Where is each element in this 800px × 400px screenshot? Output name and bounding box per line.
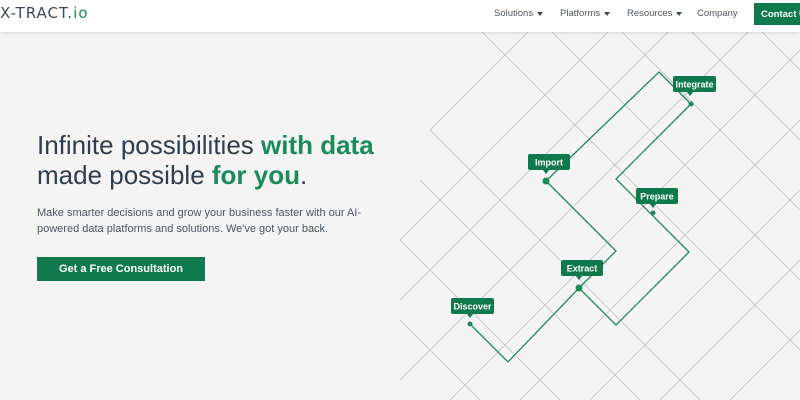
highlight-path (469, 71, 692, 363)
diamond-grid (399, 32, 800, 400)
logo[interactable]: X-TRACT.io (0, 4, 89, 22)
node-discover (467, 321, 473, 327)
nav-platforms[interactable]: Platforms (560, 8, 611, 19)
nav-company[interactable]: Company (697, 8, 738, 19)
nav-solutions-label: Solutions (494, 8, 534, 19)
contact-us-button[interactable]: Contact Us (754, 3, 800, 25)
nav-solutions[interactable]: Solutions (494, 8, 544, 19)
nav-resources[interactable]: Resources (627, 8, 683, 19)
tag-prepare-label: Prepare (640, 192, 674, 202)
logo-suffix: io (73, 4, 89, 22)
chevron-down-icon (676, 11, 683, 16)
nav-platforms-label: Platforms (560, 8, 601, 19)
nav-resources-label: Resources (627, 8, 673, 19)
tag-import-label: Import (535, 158, 563, 168)
chevron-down-icon (537, 11, 544, 16)
path-discover-extract-prepare-integrate (469, 103, 692, 363)
tag-import: Import (528, 154, 570, 174)
tag-extract: Extract (561, 260, 603, 280)
node-import (542, 177, 550, 185)
tag-discover-label: Discover (453, 302, 492, 312)
chevron-down-icon (604, 11, 611, 16)
top-navbar: X-TRACT.io Solutions Platforms Resources… (0, 0, 800, 32)
logo-text: X-TRACT. (0, 4, 74, 22)
tag-discover: Discover (451, 298, 494, 318)
node-extract (575, 284, 583, 292)
data-network-graphic: Integrate Import Prepare Extract Discove… (399, 32, 800, 400)
node-prepare (650, 210, 656, 216)
tag-extract-label: Extract (567, 264, 598, 274)
node-integrate (688, 101, 694, 107)
tag-integrate-label: Integrate (675, 80, 713, 90)
nav-company-label: Company (697, 8, 738, 19)
